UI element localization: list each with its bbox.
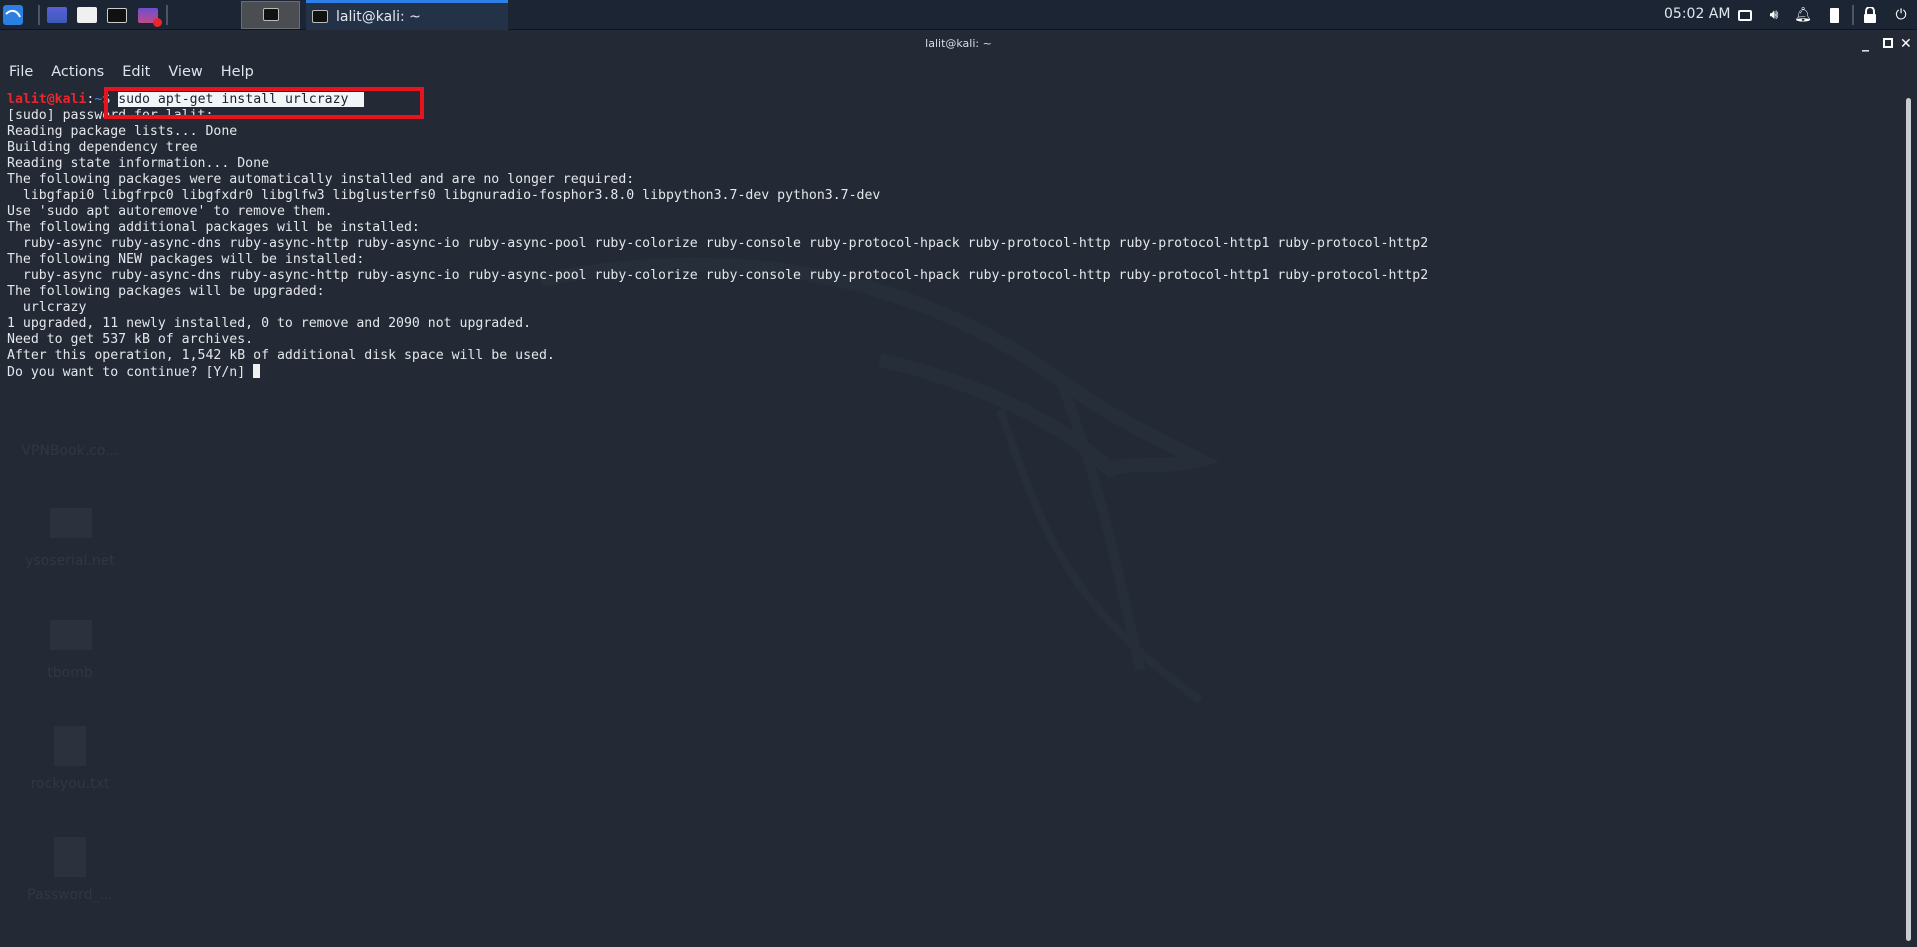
menu-file[interactable]: File <box>0 60 42 84</box>
menu-bar: File Actions Edit View Help <box>0 60 263 84</box>
output-line: ruby-async ruby-async-dns ruby-async-htt… <box>7 236 1429 251</box>
highlight-box <box>104 87 424 119</box>
output-line: The following additional packages will b… <box>7 220 420 235</box>
terminal-icon <box>312 10 328 23</box>
output-line: The following packages were automaticall… <box>7 172 635 187</box>
files-icon[interactable] <box>76 5 98 25</box>
screen-recorder-icon[interactable] <box>136 5 162 27</box>
taskbar-item-terminal[interactable]: lalit@kali: ~ <box>306 0 508 30</box>
output-line: Reading state information... Done <box>7 156 270 171</box>
cursor <box>253 364 261 378</box>
menu-actions[interactable]: Actions <box>42 60 113 84</box>
output-line: ruby-async ruby-async-dns ruby-async-htt… <box>7 268 1429 283</box>
output-line: Reading package lists... Done <box>7 124 238 139</box>
output-line: Use 'sudo apt autoremove' to remove them… <box>7 204 333 219</box>
file-icon <box>54 837 86 877</box>
logout-icon[interactable]: ⏻ <box>1893 5 1909 25</box>
desktop-label: VPNBook.co... <box>21 443 119 459</box>
menu-help[interactable]: Help <box>212 60 263 84</box>
scrollbar[interactable] <box>1906 98 1911 941</box>
window-title: lalit@kali: ~ <box>925 37 992 50</box>
task-label: lalit@kali: ~ <box>336 8 421 25</box>
battery-icon[interactable] <box>1827 5 1841 25</box>
workspace-switcher[interactable] <box>241 1 300 29</box>
desktop-label: rockyou.txt <box>30 776 110 792</box>
folder-icon <box>50 508 92 538</box>
output-line: The following NEW packages will be insta… <box>7 252 365 267</box>
terminal-output[interactable]: lalit@kali:~$ sudo apt-get install urlcr… <box>7 92 1428 381</box>
output-line: 1 upgraded, 11 newly installed, 0 to rem… <box>7 316 532 331</box>
output-line: libgfapi0 libgfrpc0 libgfxdr0 libglfw3 l… <box>7 188 881 203</box>
kali-menu-icon[interactable] <box>2 5 24 25</box>
desktop-label: Password_... <box>27 887 113 903</box>
top-panel: lalit@kali: ~ 05:02 AM 🔊︎ 🔔︎ ⏻ <box>0 0 1917 30</box>
notification-bell-icon[interactable]: 🔔︎ <box>1794 5 1812 25</box>
volume-icon[interactable]: 🔊︎ <box>1765 5 1783 25</box>
output-line: urlcrazy <box>7 300 87 315</box>
output-line: Building dependency tree <box>7 140 198 155</box>
workspace-icon[interactable] <box>46 5 68 25</box>
folder-icon <box>50 620 92 650</box>
output-line: After this operation, 1,542 kB of additi… <box>7 348 555 363</box>
minimize-button[interactable]: _ <box>1862 36 1869 52</box>
close-button[interactable]: ✕ <box>1900 36 1912 52</box>
desktop-label: tbomb <box>47 665 93 681</box>
desktop-label: ysoserial.net <box>25 553 115 569</box>
menu-edit[interactable]: Edit <box>113 60 159 84</box>
clock[interactable]: 05:02 AM <box>1664 6 1730 22</box>
file-icon <box>54 726 86 766</box>
output-line: The following packages will be upgraded: <box>7 284 325 299</box>
prompt-user: lalit@kali <box>7 92 87 107</box>
menu-view[interactable]: View <box>159 60 211 84</box>
confirm-prompt: Do you want to continue? [Y/n] <box>7 364 1428 381</box>
terminal-icon[interactable] <box>106 5 128 25</box>
lock-icon[interactable] <box>1862 5 1878 25</box>
confirm-text: Do you want to continue? [Y/n] <box>7 365 254 380</box>
output-line: Need to get 537 kB of archives. <box>7 332 254 347</box>
maximize-button[interactable] <box>1883 38 1893 48</box>
display-icon[interactable] <box>1737 5 1753 25</box>
